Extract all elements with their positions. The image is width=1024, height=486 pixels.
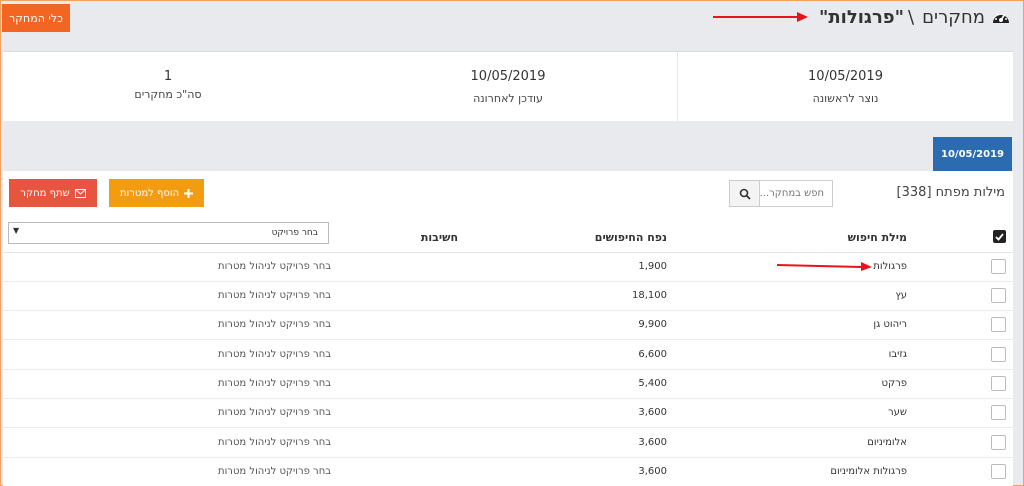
row-checkbox[interactable] — [991, 464, 1006, 479]
share-research-label: שתף מחקר — [20, 187, 70, 199]
dashboard-icon — [991, 8, 1011, 26]
date-tab[interactable]: 10/05/2019 — [933, 137, 1012, 171]
project-cell[interactable]: בחר פרויקט לניהול מטרות — [218, 319, 331, 330]
stat-created-value: 10/05/2019 — [808, 69, 883, 84]
stat-updated-label: עודכן לאחרונה — [473, 92, 543, 105]
keyword-cell: פרגולות — [873, 261, 907, 272]
annotation-arrow-row — [776, 262, 872, 271]
add-to-goals-label: הוסף למטרות — [119, 187, 180, 199]
row-checkbox[interactable] — [991, 317, 1006, 332]
row-checkbox[interactable] — [991, 288, 1006, 303]
stat-total-value: 1 — [163, 69, 173, 84]
volume-cell: 6,600 — [638, 349, 667, 360]
breadcrumb-researches[interactable]: מחקרים — [922, 7, 985, 28]
keyword-cell: ריהוט גן — [873, 319, 907, 330]
stat-total-label: סה"כ מחקרים — [134, 88, 202, 101]
breadcrumb-current: "פרגולות" — [819, 6, 905, 28]
table-row: בחר פרויקט לניהול מטרות 6,600 גזיבו — [3, 341, 1013, 370]
annotation-arrow-title — [713, 12, 808, 22]
row-checkbox[interactable] — [991, 405, 1006, 420]
volume-cell: 18,100 — [632, 290, 667, 301]
volume-cell: 3,600 — [638, 466, 667, 477]
volume-cell: 3,600 — [638, 407, 667, 418]
volume-cell: 5,400 — [638, 378, 667, 389]
project-cell[interactable]: בחר פרויקט לניהול מטרות — [218, 349, 331, 360]
stat-created-label: נוצר לראשונה — [812, 92, 879, 105]
keyword-cell: פרקט — [881, 378, 907, 389]
research-tools-button[interactable]: כלי המחקר — [2, 4, 70, 32]
column-header-keyword[interactable]: מילת חיפוש — [848, 231, 907, 244]
project-cell[interactable]: בחר פרויקט לניהול מטרות — [218, 290, 331, 301]
stat-updated-value: 10/05/2019 — [470, 69, 546, 84]
row-checkbox[interactable] — [991, 259, 1006, 274]
keyword-cell: עץ — [895, 290, 907, 301]
row-checkbox[interactable] — [991, 347, 1006, 362]
project-cell[interactable]: בחר פרויקט לניהול מטרות — [218, 261, 331, 272]
table-row: בחר פרויקט לניהול מטרות 3,600 אלומיניום — [3, 429, 1013, 458]
stat-updated: 10/05/2019 עודכן לאחרונה — [340, 52, 676, 122]
project-cell[interactable]: בחר פרויקט לניהול מטרות — [218, 437, 331, 448]
row-checkbox[interactable] — [991, 435, 1006, 450]
project-cell[interactable]: בחר פרויקט לניהול מטרות — [218, 466, 331, 477]
caret-down-icon: ▼ — [13, 226, 20, 235]
table-row: בחר פרויקט לניהול מטרות 3,600 פרגולות אל… — [3, 458, 1013, 486]
volume-cell: 3,600 — [638, 437, 667, 448]
keywords-title: מילות מפתח [338] — [896, 185, 1005, 200]
add-to-goals-button[interactable]: הוסף למטרות — [109, 179, 204, 207]
project-cell[interactable]: בחר פרויקט לניהול מטרות — [218, 378, 331, 389]
envelope-icon — [74, 188, 86, 198]
volume-cell: 1,900 — [638, 261, 667, 272]
top-bar: כלי המחקר מחקרים \ "פרגולות" — [1, 1, 1023, 49]
column-header-volume[interactable]: נפח החיפושים — [595, 231, 667, 244]
page-title: מחקרים \ "פרגולות" — [819, 6, 1011, 28]
select-project-dropdown[interactable]: בחר פרויקט ▼ — [8, 222, 329, 244]
select-all-checkbox[interactable] — [993, 230, 1006, 243]
stat-total: 1 סה"כ מחקרים — [3, 52, 339, 122]
breadcrumb-separator: \ — [908, 6, 915, 28]
keywords-panel: מילות מפתח [338] הוסף למטרות שתף מחקר בח… — [3, 171, 1013, 486]
search-button[interactable] — [729, 180, 760, 207]
table-row: בחר פרויקט לניהול מטרות 9,900 ריהוט גן — [3, 311, 1013, 340]
row-checkbox[interactable] — [991, 376, 1006, 391]
keyword-cell: אלומיניום — [867, 437, 907, 448]
plus-icon — [184, 188, 194, 198]
keyword-cell: פרגולות אלומיניום — [830, 466, 907, 477]
table-row: בחר פרויקט לניהול מטרות 3,600 שער — [3, 399, 1013, 428]
volume-cell: 9,900 — [638, 319, 667, 330]
table-row: בחר פרויקט לניהול מטרות 5,400 פרקט — [3, 370, 1013, 399]
stats-panel: 10/05/2019 נוצר לראשונה 10/05/2019 עודכן… — [3, 51, 1013, 122]
share-research-button[interactable]: שתף מחקר — [9, 179, 97, 207]
select-project-label: בחר פרויקט — [271, 228, 318, 238]
table-header: בחר פרויקט ▼ חשיבות נפח החיפושים מילת חי… — [3, 221, 1013, 253]
keyword-cell: שער — [888, 407, 907, 418]
column-header-importance[interactable]: חשיבות — [421, 231, 458, 244]
project-cell[interactable]: בחר פרויקט לניהול מטרות — [218, 407, 331, 418]
keyword-cell: גזיבו — [888, 349, 907, 360]
checkmark-icon — [995, 232, 1004, 241]
search-icon — [739, 188, 751, 200]
table-row: בחר פרויקט לניהול מטרות 18,100 עץ — [3, 282, 1013, 311]
stat-created: 10/05/2019 נוצר לראשונה — [677, 52, 1013, 122]
